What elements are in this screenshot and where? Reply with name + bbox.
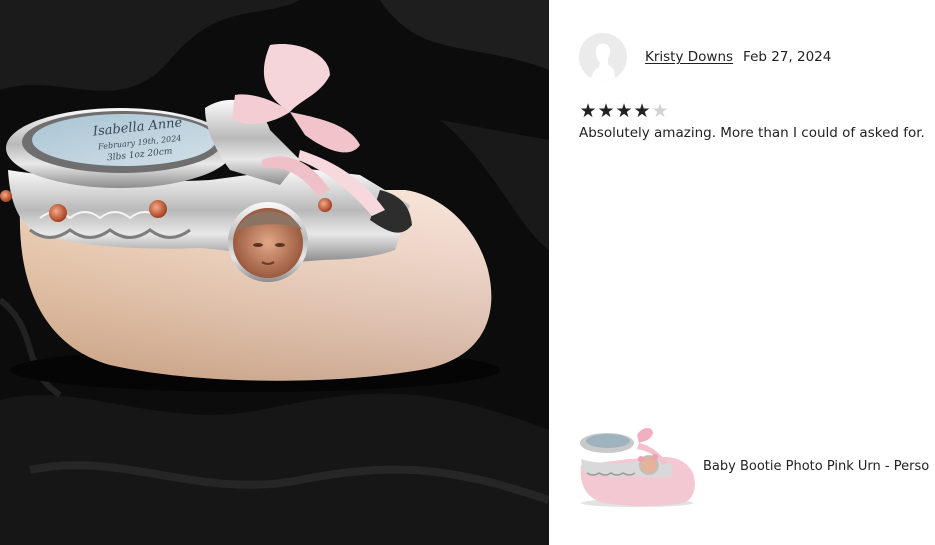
star-icon-empty: ★: [651, 100, 669, 122]
reviewer-name-link[interactable]: Kristy Downs: [645, 49, 733, 65]
star-rating: ★ ★ ★ ★ ★: [579, 101, 669, 121]
product-thumbnail-image: [579, 423, 696, 509]
review-photo: Isabella Anne February 19th, 2024 3lbs 1…: [0, 0, 549, 545]
star-icon: ★: [597, 100, 615, 122]
reviewer-header: Kristy Downs Feb 27, 2024: [579, 33, 831, 81]
review-text: Absolutely amazing. More than I could of…: [579, 125, 925, 141]
baby-bootie-urn-photo: Isabella Anne February 19th, 2024 3lbs 1…: [0, 0, 549, 545]
product-thumbnail[interactable]: [579, 423, 696, 509]
star-icon: ★: [579, 100, 597, 122]
product-title[interactable]: Baby Bootie Photo Pink Urn - Perso: [703, 459, 935, 474]
star-icon: ★: [615, 100, 633, 122]
star-icon: ★: [633, 100, 651, 122]
review-photo-viewer: Isabella Anne February 19th, 2024 3lbs 1…: [0, 0, 935, 545]
default-user-silhouette-icon: [579, 33, 627, 81]
reviewer-avatar[interactable]: [579, 33, 627, 81]
product-link[interactable]: Baby Bootie Photo Pink Urn - Perso: [579, 423, 935, 509]
review-date: Feb 27, 2024: [743, 49, 832, 65]
